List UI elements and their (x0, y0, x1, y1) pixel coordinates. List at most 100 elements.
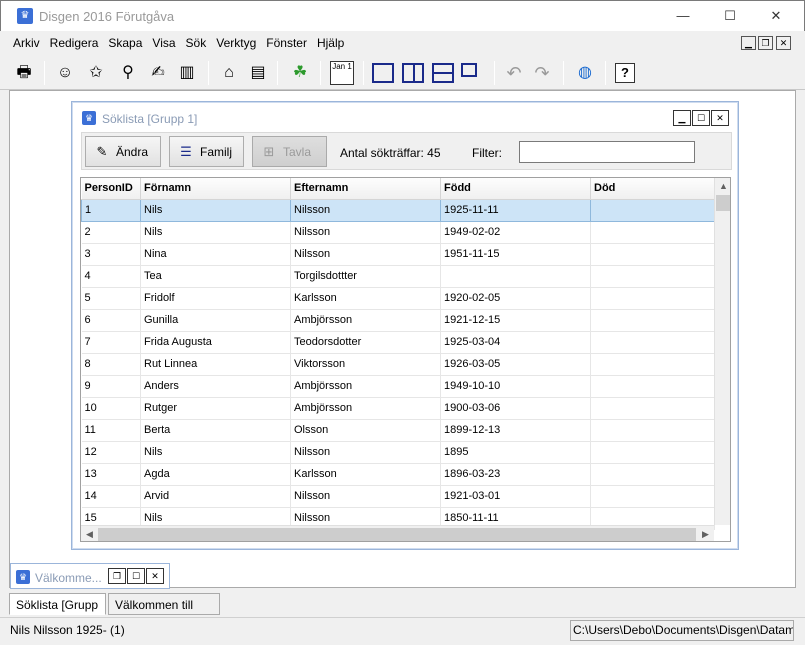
menu-fonster[interactable]: Fönster (261, 31, 312, 56)
globe-icon[interactable]: ◍ (573, 61, 597, 85)
status-bar: Nils Nilsson 1925- (1) C:\Users\Debo\Doc… (0, 617, 805, 645)
family-button[interactable]: ☰ Familj (169, 136, 244, 167)
scroll-left-icon[interactable]: ◀ (81, 526, 98, 541)
cell-personid: 14 (81, 485, 141, 508)
column-header-personid[interactable]: PersonID (81, 178, 141, 200)
column-header-dod[interactable]: Död (590, 178, 715, 200)
toolbar-separator (277, 61, 278, 85)
cell-fodd: 1925-11-11 (440, 198, 591, 222)
table-row[interactable]: 6 Gunilla Ambjörsson 1921-12-15 (81, 309, 715, 332)
cell-personid: 12 (81, 441, 141, 464)
child-close-button[interactable]: ✕ (711, 110, 729, 126)
books-icon[interactable]: ▤ (246, 61, 270, 85)
child-maximize-button[interactable]: ☐ (692, 110, 710, 126)
search-results-grid[interactable]: PersonID Förnamn Efternamn Född Död 1 Nil… (80, 177, 731, 542)
menu-skapa[interactable]: Skapa (103, 31, 147, 56)
menu-visa[interactable]: Visa (147, 31, 180, 56)
table-row[interactable]: 13 Agda Karlsson 1896-03-23 (81, 463, 715, 486)
tab-search-list[interactable]: Söklista [Grupp 1] (9, 593, 106, 634)
toolbar-separator (563, 61, 564, 85)
window-tabs: Söklista [Grupp 1] Välkommen till Disgen (9, 593, 796, 634)
edit-button[interactable]: ✎ Ändra (85, 136, 161, 167)
help-icon[interactable]: ? (615, 63, 635, 83)
menu-redigera[interactable]: Redigera (45, 31, 104, 56)
minimized-close-button[interactable]: ✕ (146, 568, 164, 584)
child-minimize-button[interactable]: ▁ (673, 110, 691, 126)
home-icon[interactable]: ⌂ (217, 61, 241, 85)
minimized-maximize-button[interactable]: ☐ (127, 568, 145, 584)
scroll-right-icon[interactable]: ▶ (697, 526, 714, 541)
table-row[interactable]: 4 Tea Torgilsdottter (81, 265, 715, 288)
redo-icon[interactable]: ↷ (530, 61, 554, 85)
two-pane-icon[interactable] (402, 63, 424, 83)
table-row[interactable]: 7 Frida Augusta Teodorsdotter 1925-03-04 (81, 331, 715, 354)
table-row[interactable]: 5 Fridolf Karlsson 1920-02-05 (81, 287, 715, 310)
cell-dod (590, 463, 715, 486)
column-header-efternamn[interactable]: Efternamn (290, 178, 441, 200)
mdi-restore-button[interactable]: ❐ (758, 36, 773, 50)
tree-chart-icon: ⊞ (263, 144, 275, 159)
table-row[interactable]: 11 Berta Olsson 1899-12-13 (81, 419, 715, 442)
menu-sok[interactable]: Sök (181, 31, 212, 56)
cell-personid: 7 (81, 331, 141, 354)
cell-efternamn: Torgilsdottter (290, 265, 441, 288)
column-header-fornamn[interactable]: Förnamn (140, 178, 291, 200)
hit-count-label: Antal sökträffar: 45 (340, 146, 441, 160)
cell-fornamn: Agda (140, 463, 291, 486)
vertical-scrollbar[interactable]: ▲ (714, 178, 730, 525)
mdi-minimize-button[interactable]: ▁ (741, 36, 756, 50)
mdi-close-button[interactable]: ✕ (776, 36, 791, 50)
cell-fornamn: Rutger (140, 397, 291, 420)
hand-edit-icon[interactable]: ✍ (146, 61, 170, 85)
menu-hjalp[interactable]: Hjälp (312, 31, 349, 56)
cell-efternamn: Nilsson (290, 485, 441, 508)
table-row[interactable]: 1 Nils Nilsson 1925-11-11 (81, 198, 715, 222)
map-icon[interactable]: ☘ (288, 61, 312, 85)
cascade-pane-icon[interactable] (461, 63, 477, 77)
single-pane-icon[interactable] (372, 63, 394, 83)
horizontal-scrollbar[interactable]: ◀ ▶ (81, 525, 714, 541)
filter-input[interactable] (519, 141, 695, 163)
table-row[interactable]: 10 Rutger Ambjörsson 1900-03-06 (81, 397, 715, 420)
person-icon[interactable]: ☺ (53, 61, 77, 85)
vertical-scroll-thumb[interactable] (716, 195, 730, 211)
table-row[interactable]: 2 Nils Nilsson 1949-02-02 (81, 221, 715, 244)
tree-board-button-label: Tavla (283, 145, 312, 159)
binoculars-icon[interactable]: ⚲ (116, 61, 140, 85)
book-icon[interactable]: ▥ (175, 61, 199, 85)
table-row[interactable]: 14 Arvid Nilsson 1921-03-01 (81, 485, 715, 508)
minimized-welcome-window[interactable]: ♛ Välkomme... ❐ ☐ ✕ (10, 563, 170, 589)
calendar-icon[interactable]: Jan 1 (330, 61, 354, 85)
cell-dod (590, 375, 715, 398)
menu-bar: Arkiv Redigera Skapa Visa Sök Verktyg Fönster H… (0, 31, 805, 56)
person-star-icon[interactable]: ✩ (84, 61, 108, 85)
cell-personid: 9 (81, 375, 141, 398)
cell-fodd: 1949-02-02 (440, 221, 591, 244)
minimized-restore-button[interactable]: ❐ (108, 568, 126, 584)
child-window-title: Söklista [Grupp 1] (102, 112, 198, 126)
cell-dod (590, 419, 715, 442)
table-row[interactable]: 3 Nina Nilsson 1951-11-15 (81, 243, 715, 266)
menu-arkiv[interactable]: Arkiv (8, 31, 45, 56)
cell-fornamn: Nils (140, 221, 291, 244)
three-pane-icon[interactable] (432, 63, 454, 83)
horizontal-scroll-thumb[interactable] (98, 528, 696, 541)
tree-board-button[interactable]: ⊞ Tavla (252, 136, 327, 167)
cell-personid: 10 (81, 397, 141, 420)
cell-efternamn: Ambjörsson (290, 397, 441, 420)
maximize-button[interactable]: ☐ (707, 1, 753, 31)
printer-icon[interactable]: 🖶 (12, 61, 36, 85)
search-list-window: ♛ Söklista [Grupp 1] ▁ ☐ ✕ ✎ Ändra ☰ Famil… (71, 101, 739, 550)
tab-welcome[interactable]: Välkommen till Disgen (108, 593, 220, 634)
table-row[interactable]: 12 Nils Nilsson 1895 (81, 441, 715, 464)
menu-verktyg[interactable]: Verktyg (211, 31, 261, 56)
table-row[interactable]: 9 Anders Ambjörsson 1949-10-10 (81, 375, 715, 398)
minimized-window-title: Välkomme... (35, 571, 102, 585)
table-row[interactable]: 8 Rut Linnea Viktorsson 1926-03-05 (81, 353, 715, 376)
close-button[interactable]: ✕ (753, 1, 799, 31)
column-header-fodd[interactable]: Född (440, 178, 591, 200)
toolbar-separator (494, 61, 495, 85)
undo-icon[interactable]: ↶ (502, 61, 526, 85)
minimize-button[interactable]: — (660, 1, 706, 31)
scroll-up-icon[interactable]: ▲ (715, 178, 730, 195)
